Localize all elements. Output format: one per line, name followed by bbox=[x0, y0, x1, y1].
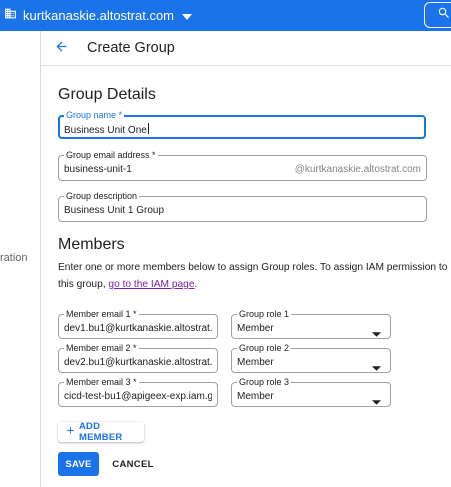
page-header: Create Group bbox=[41, 31, 451, 66]
sidebar-item-label[interactable]: ration bbox=[0, 252, 28, 264]
member-email-label: Member email 1 * bbox=[64, 308, 139, 320]
text-cursor bbox=[147, 123, 149, 134]
member-email-value: cicd-test-bu1@apigeex-exp.iam.gserviceac… bbox=[64, 391, 212, 402]
top-bar: kurtkanaskie.altostrat.com bbox=[0, 0, 451, 31]
group-email-domain-suffix: @kurtkanaskie.altostrat.com bbox=[294, 164, 421, 175]
group-role-select-3[interactable]: Group role 3 Member bbox=[231, 376, 391, 410]
org-name: kurtkanaskie.altostrat.com bbox=[23, 7, 175, 23]
group-role-label: Group role 3 bbox=[237, 376, 292, 388]
save-button[interactable]: SAVE bbox=[58, 452, 99, 476]
group-name-value: Business Unit One bbox=[64, 125, 147, 136]
member-email-field-2[interactable]: Member email 2 * dev2.bu1@kurtkanaskie.a… bbox=[58, 342, 218, 373]
group-name-field[interactable]: Group name * Business Unit One bbox=[58, 109, 426, 139]
group-email-label: Group email address * bbox=[64, 149, 158, 161]
org-selector[interactable]: kurtkanaskie.altostrat.com bbox=[4, 7, 193, 23]
group-description-value: Business Unit 1 Group bbox=[64, 205, 165, 216]
plus-icon bbox=[65, 425, 76, 439]
member-email-value: dev1.bu1@kurtkanaskie.altostrat.com bbox=[64, 323, 212, 334]
add-member-label: ADD MEMBER bbox=[79, 421, 123, 443]
group-details-heading: Group Details bbox=[58, 86, 156, 103]
member-email-label: Member email 2 * bbox=[64, 342, 139, 354]
group-role-label: Group role 2 bbox=[237, 342, 292, 354]
building-icon bbox=[4, 7, 17, 23]
group-role-value: Member bbox=[237, 323, 274, 334]
group-email-value: business-unit-1 bbox=[64, 164, 132, 175]
caret-down-icon bbox=[372, 392, 381, 410]
group-role-select-1[interactable]: Group role 1 Member bbox=[231, 308, 391, 342]
sidebar: ration bbox=[0, 31, 41, 487]
group-role-value: Member bbox=[237, 391, 274, 402]
group-description-field[interactable]: Group description Business Unit 1 Group bbox=[58, 190, 427, 222]
member-email-label: Member email 3 * bbox=[64, 376, 139, 388]
member-email-field-3[interactable]: Member email 3 * cicd-test-bu1@apigeex-e… bbox=[58, 376, 218, 407]
add-member-button[interactable]: ADD MEMBER bbox=[58, 421, 144, 443]
group-role-select-2[interactable]: Group role 2 Member bbox=[231, 342, 391, 376]
members-description: Enter one or more members below to assig… bbox=[58, 259, 448, 293]
search-icon bbox=[437, 6, 451, 25]
group-email-field[interactable]: Group email address * business-unit-1 @k… bbox=[58, 149, 427, 181]
caret-down-icon bbox=[182, 8, 193, 23]
arrow-left-icon[interactable] bbox=[54, 39, 69, 59]
members-heading: Members bbox=[58, 236, 125, 253]
members-description-end: . bbox=[194, 279, 198, 290]
group-role-value: Member bbox=[237, 357, 274, 368]
cancel-button[interactable]: CANCEL bbox=[106, 452, 160, 476]
search-button[interactable] bbox=[424, 2, 451, 28]
group-name-label: Group name * bbox=[64, 109, 125, 121]
member-email-field-1[interactable]: Member email 1 * dev1.bu1@kurtkanaskie.a… bbox=[58, 308, 218, 339]
iam-page-link[interactable]: go to the IAM page bbox=[108, 279, 194, 290]
caret-down-icon bbox=[372, 358, 381, 376]
page-title: Create Group bbox=[87, 40, 175, 56]
member-email-value: dev2.bu1@kurtkanaskie.altostrat.com bbox=[64, 357, 212, 368]
caret-down-icon bbox=[372, 324, 381, 342]
group-role-label: Group role 1 bbox=[237, 308, 292, 320]
group-description-label: Group description bbox=[64, 190, 140, 202]
